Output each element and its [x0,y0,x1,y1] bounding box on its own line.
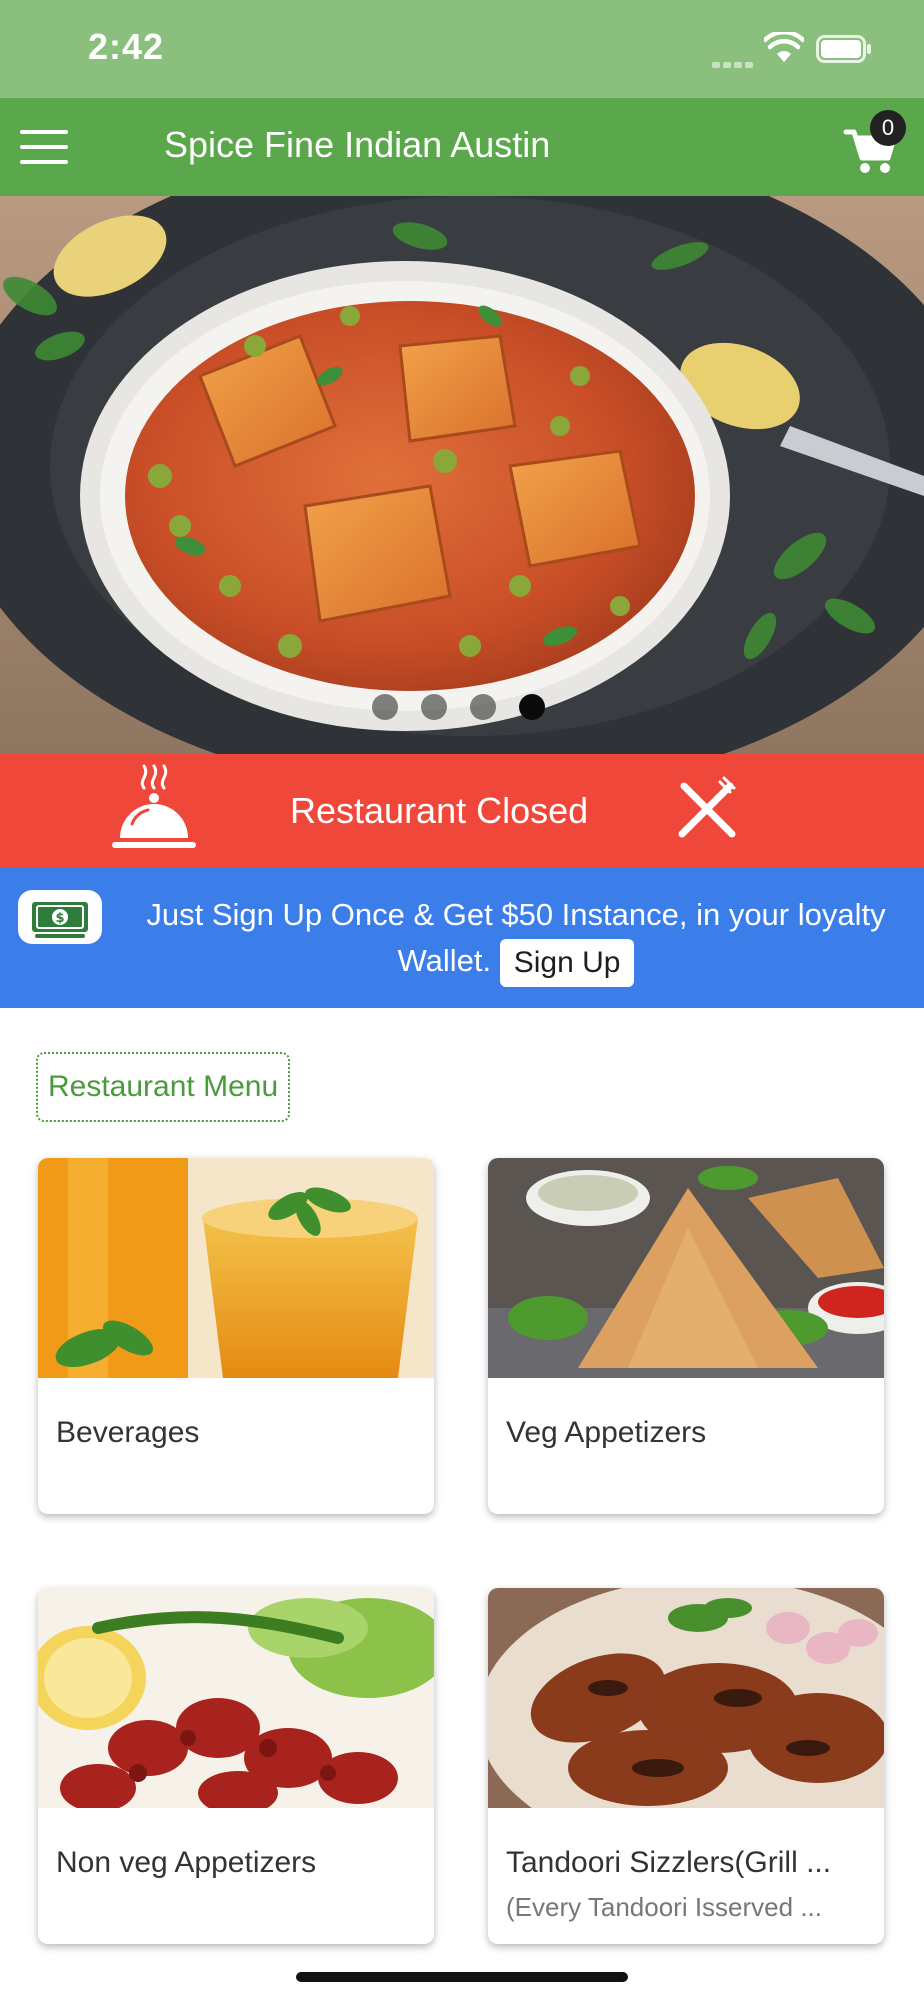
restaurant-status-banner: Restaurant Closed [0,754,924,868]
category-title: Beverages [56,1416,200,1449]
non-veg-appetizers-image [38,1588,434,1808]
category-subtitle: (Every Tandoori Isserved ... [506,1892,822,1922]
home-indicator[interactable] [296,1972,628,1982]
promo-text-block: Just Sign Up Once & Get $50 Instance, in… [126,892,906,987]
page-dot[interactable] [421,694,447,720]
page-dot[interactable] [470,694,496,720]
category-title: Non veg Appetizers [56,1846,317,1879]
svg-text:$: $ [55,911,64,926]
category-title: Tandoori Sizzlers(Grill ... [506,1846,832,1879]
sign-up-button[interactable]: Sign Up [499,938,635,987]
wifi-icon [764,32,804,62]
tandoori-sizzlers-image [488,1588,884,1808]
status-bar: 2:42 [0,0,924,98]
cart-count-badge: 0 [870,110,906,146]
hamburger-menu-icon[interactable] [20,130,68,164]
cash-icon: $ [18,890,102,944]
cloche-icon [112,764,196,848]
hero-carousel[interactable] [0,196,924,754]
cellular-signal-icon [712,55,756,68]
loyalty-promo-banner: $ Just Sign Up Once & Get $50 Instance, … [0,868,924,1008]
menu-category-card[interactable]: Tandoori Sizzlers(Grill ... (Every Tando… [488,1588,884,1944]
carousel-page-indicator[interactable] [372,694,568,722]
app-bar: Spice Fine Indian Austin [0,98,924,196]
page-title: Spice Fine Indian Austin [164,124,551,165]
menu-category-card[interactable]: Non veg Appetizers [38,1588,434,1944]
battery-icon [816,35,871,63]
hero-food-image [0,196,924,754]
menu-category-card[interactable]: Beverages [38,1158,434,1514]
menu-category-card[interactable]: Veg Appetizers [488,1158,884,1514]
beverages-image [38,1158,434,1378]
restaurant-closed-label: Restaurant Closed [290,790,589,831]
page-dot-active[interactable] [519,694,545,720]
status-time: 2:42 [88,26,165,67]
page-dot[interactable] [372,694,398,720]
veg-appetizers-image [488,1158,884,1378]
restaurant-menu-header[interactable]: Restaurant Menu [36,1052,291,1122]
cutlery-icon [678,776,736,838]
category-title: Veg Appetizers [506,1416,707,1449]
